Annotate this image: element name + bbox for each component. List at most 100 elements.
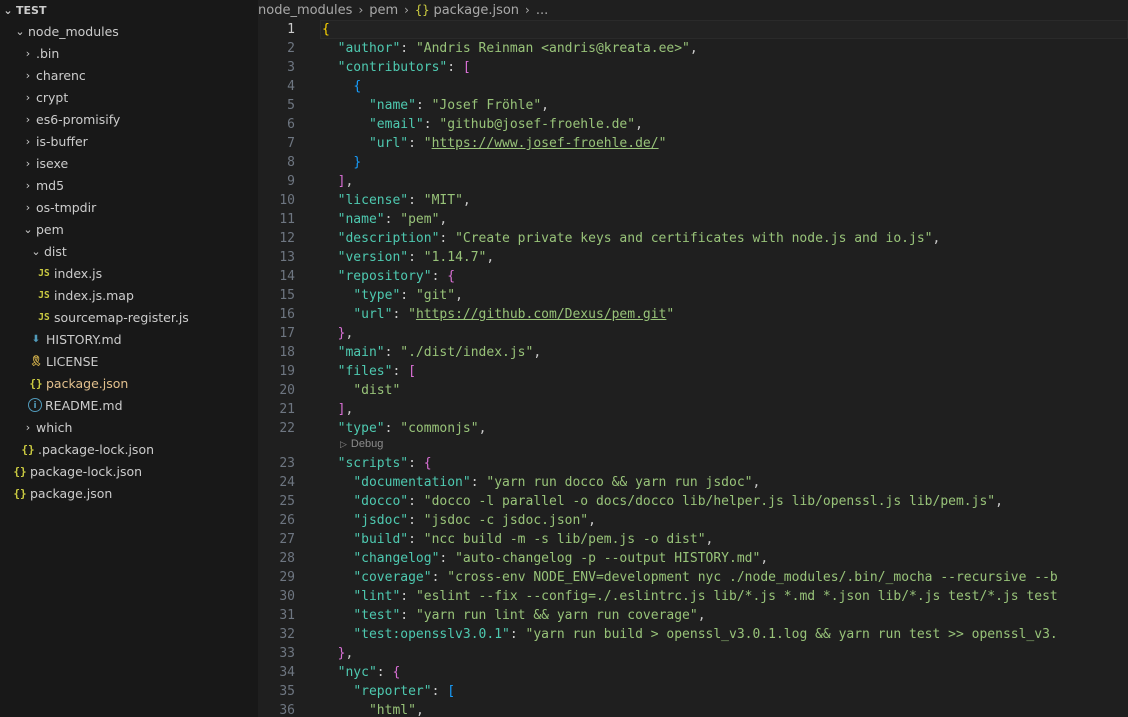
chevron-right-icon: ›	[404, 3, 409, 17]
tree-item-label: is-buffer	[36, 133, 88, 149]
code-text: {	[322, 77, 361, 96]
tree-folder[interactable]: ⌄ node_modules	[0, 20, 258, 42]
code-token: :	[376, 665, 393, 680]
line-number: 14	[279, 269, 295, 284]
code-line: 4 {	[258, 77, 1128, 96]
code-line: 9 ],	[258, 172, 1128, 191]
chevron-right-icon: ›	[25, 178, 31, 192]
tree-file[interactable]: ⬇ HISTORY.md	[0, 328, 258, 350]
code-token: "./dist/index.js"	[400, 345, 534, 360]
tree-item-label: node_modules	[28, 23, 119, 39]
code-token: "cross-env NODE_ENV=development nyc ./no…	[447, 570, 1058, 585]
tree-file[interactable]: i README.md	[0, 394, 258, 416]
tree-file[interactable]: JS sourcemap-register.js	[0, 306, 258, 328]
code-token: ,	[752, 475, 761, 490]
code-text: "test": "yarn run lint && yarn run cover…	[322, 606, 705, 625]
code-link[interactable]: https://github.com/Dexus/pem.git	[416, 307, 666, 322]
tree-folder[interactable]: › md5	[0, 174, 258, 196]
code-token: "version"	[337, 250, 409, 265]
tree-folder[interactable]: ⌄ dist	[0, 240, 258, 262]
json-file-icon: {}	[13, 464, 27, 478]
explorer-root-folder[interactable]: ⌄ TEST	[0, 0, 46, 20]
tree-item-label: index.js	[54, 265, 103, 281]
line-number: 24	[279, 475, 295, 490]
code-token: "coverage"	[353, 570, 432, 585]
tree-item-label: package.json	[30, 485, 113, 501]
play-icon: ▷	[340, 438, 347, 449]
tree-file[interactable]: JS index.js.map	[0, 284, 258, 306]
js-file-icon: JS	[38, 267, 50, 279]
code-token: :	[400, 608, 416, 623]
code-token: "scripts"	[337, 456, 409, 471]
code-token: ,	[345, 402, 354, 417]
code-token: {	[322, 22, 330, 37]
line-number: 32	[279, 627, 295, 642]
code-token: "nyc"	[337, 665, 377, 680]
code-line: 22 "type": "commonjs",	[258, 419, 1128, 438]
code-token: {	[447, 269, 456, 284]
tree-file[interactable]: {} .package-lock.json	[0, 438, 258, 460]
code-token: ,	[689, 41, 698, 56]
tree-folder[interactable]: ⌄ pem	[0, 218, 258, 240]
tree-folder[interactable]: › crypt	[0, 86, 258, 108]
line-number: 31	[279, 608, 295, 623]
code-text: "email": "github@josef-froehle.de",	[322, 115, 643, 134]
tree-file[interactable]: {} package-lock.json	[0, 460, 258, 482]
code-line: 11 "name": "pem",	[258, 210, 1128, 229]
tree-folder[interactable]: › .bin	[0, 42, 258, 64]
code-token: :	[439, 551, 456, 566]
tree-item-label: pem	[36, 221, 64, 237]
breadcrumb-item-node-modules[interactable]: node_modules	[258, 3, 352, 18]
code-token: "jsdoc"	[353, 513, 409, 528]
tree-folder[interactable]: › es6-promisify	[0, 108, 258, 130]
tree-file[interactable]: {} package.json	[0, 482, 258, 504]
code-link[interactable]: https://www.josef-froehle.de/	[432, 136, 659, 151]
tree-folder[interactable]: › os-tmpdir	[0, 196, 258, 218]
json-file-icon: {}	[21, 442, 35, 456]
tree-file[interactable]: 🎗 LICENSE	[0, 350, 258, 372]
code-token: "changelog"	[353, 551, 440, 566]
tree-file[interactable]: JS index.js	[0, 262, 258, 284]
code-token: "url"	[368, 136, 409, 151]
breadcrumb-item-pem[interactable]: pem	[369, 3, 398, 18]
code-token: ,	[705, 532, 714, 547]
code-token: "jsdoc -c jsdoc.json"	[423, 513, 589, 528]
code-line: 23 "scripts": {	[258, 454, 1128, 473]
code-token: "build"	[353, 532, 409, 547]
tree-file[interactable]: {} package.json	[0, 372, 258, 394]
vscode-window: ⌄ TEST ⌄ node_modules › .bin › charenc › crypt ›…	[0, 0, 1128, 717]
tree-folder[interactable]: › charenc	[0, 64, 258, 86]
code-token: "name"	[337, 212, 385, 227]
license-icon: 🎗	[29, 355, 43, 367]
breadcrumb-item-more[interactable]: ...	[536, 3, 548, 18]
tree-folder[interactable]: › which	[0, 416, 258, 438]
chevron-right-icon: ›	[358, 3, 364, 17]
line-number: 27	[279, 532, 295, 547]
code-editor[interactable]: ▷ Debug 1{2 "author": "Andris Reinman <a…	[258, 20, 1128, 717]
line-number: 8	[287, 155, 295, 170]
code-token: "git"	[415, 288, 456, 303]
codelens-debug[interactable]: ▷ Debug	[340, 438, 383, 450]
tree-folder[interactable]: › is-buffer	[0, 130, 258, 152]
code-token: "Josef Fröhle"	[431, 98, 542, 113]
code-token: :	[431, 269, 448, 284]
code-text: "description": "Create private keys and …	[322, 229, 941, 248]
code-text: "test:opensslv3.0.1": "yarn run build > …	[322, 625, 1057, 644]
chevron-right-icon: ›	[525, 3, 530, 17]
tree-item-label: package-lock.json	[30, 463, 143, 479]
breadcrumb-item-file[interactable]: package.json	[433, 3, 519, 18]
line-number: 19	[279, 364, 295, 379]
code-line: 34 "nyc": {	[258, 663, 1128, 682]
chevron-right-icon: ›	[25, 68, 31, 82]
tree-item-label: es6-promisify	[36, 111, 121, 127]
tree-folder[interactable]: › isexe	[0, 152, 258, 174]
